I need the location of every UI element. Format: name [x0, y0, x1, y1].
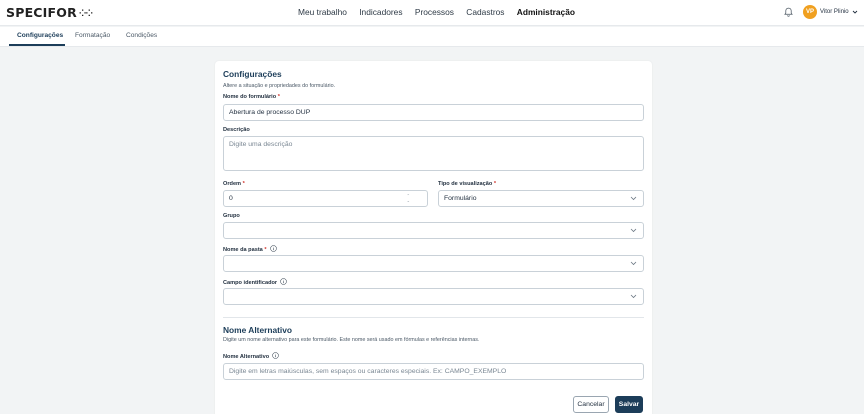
section-title-configuracoes: Configurações: [223, 69, 282, 79]
campo-identificador-label: Campo identificador: [223, 278, 287, 286]
chevron-down-icon: [630, 261, 637, 266]
active-tab-indicator: [9, 44, 65, 46]
nav-indicadores[interactable]: Indicadores: [359, 7, 402, 17]
avatar[interactable]: VP: [803, 5, 817, 19]
nav-meu-trabalho[interactable]: Meu trabalho: [298, 7, 347, 17]
nav-cadastros[interactable]: Cadastros: [466, 7, 504, 17]
nome-alternativo-description: Digite um nome alternativo para este for…: [223, 337, 480, 343]
chevron-down-icon: [630, 294, 637, 299]
info-icon[interactable]: [280, 278, 287, 285]
grupo-label: Grupo: [223, 213, 240, 219]
campo-identificador-select[interactable]: [223, 288, 644, 305]
chevron-down-icon: [630, 196, 637, 201]
nav-processos[interactable]: Processos: [415, 7, 454, 17]
nome-pasta-label: Nome da pasta *: [223, 245, 277, 253]
logo-mark: ⁘⁘: [78, 9, 93, 19]
nome-alternativo-label: Nome Alternativo: [223, 352, 279, 360]
nome-alternativo-input[interactable]: Digite em letras maiúsculas, sem espaços…: [223, 363, 644, 380]
ordem-input[interactable]: 0 ⌃ ⌄: [223, 190, 428, 207]
tipo-visualizacao-label: Tipo de visualização *: [438, 181, 497, 187]
top-bar: SPECIFOR ⁘⁘ Meu trabalho Indicadores Proc…: [0, 0, 864, 26]
nome-pasta-select[interactable]: [223, 255, 644, 272]
tab-bar: Configurações Formatação Condições: [0, 27, 864, 47]
section-divider: [223, 317, 644, 318]
tipo-visualizacao-select[interactable]: Formulário: [438, 190, 644, 207]
app-logo[interactable]: SPECIFOR ⁘⁘: [6, 6, 93, 21]
required-marker: *: [277, 94, 280, 100]
descricao-textarea[interactable]: Digite uma descrição: [223, 136, 644, 171]
tab-configuracoes[interactable]: Configurações: [17, 32, 63, 39]
user-name[interactable]: Vitor Plinio: [820, 9, 849, 15]
nome-formulario-input[interactable]: Abertura de processo DUP: [223, 104, 644, 121]
ordem-label: Ordem *: [223, 181, 245, 187]
nav-administracao[interactable]: Administração: [517, 7, 575, 17]
chevron-down-icon: [630, 228, 637, 233]
section-description: Altere a situação e propriedades do form…: [223, 83, 336, 89]
number-stepper[interactable]: ⌃ ⌄: [407, 193, 410, 203]
section-title-nome-alternativo: Nome Alternativo: [223, 325, 293, 335]
save-button[interactable]: Salvar: [615, 396, 643, 413]
info-icon[interactable]: [269, 245, 277, 252]
tab-formatacao[interactable]: Formatação: [75, 32, 110, 39]
main-nav: Meu trabalho Indicadores Processos Cadas…: [298, 7, 585, 17]
descricao-label: Descrição: [223, 127, 250, 133]
cancel-button[interactable]: Cancelar: [573, 396, 609, 413]
grupo-select[interactable]: [223, 222, 644, 239]
tab-condicoes[interactable]: Condições: [126, 32, 157, 39]
nome-formulario-label: Nome do formulário *: [223, 94, 280, 100]
bell-icon[interactable]: [784, 7, 793, 17]
chevron-down-icon[interactable]: [852, 9, 858, 15]
info-icon[interactable]: [272, 352, 279, 359]
form-card: Configurações Altere a situação e propri…: [215, 61, 652, 414]
